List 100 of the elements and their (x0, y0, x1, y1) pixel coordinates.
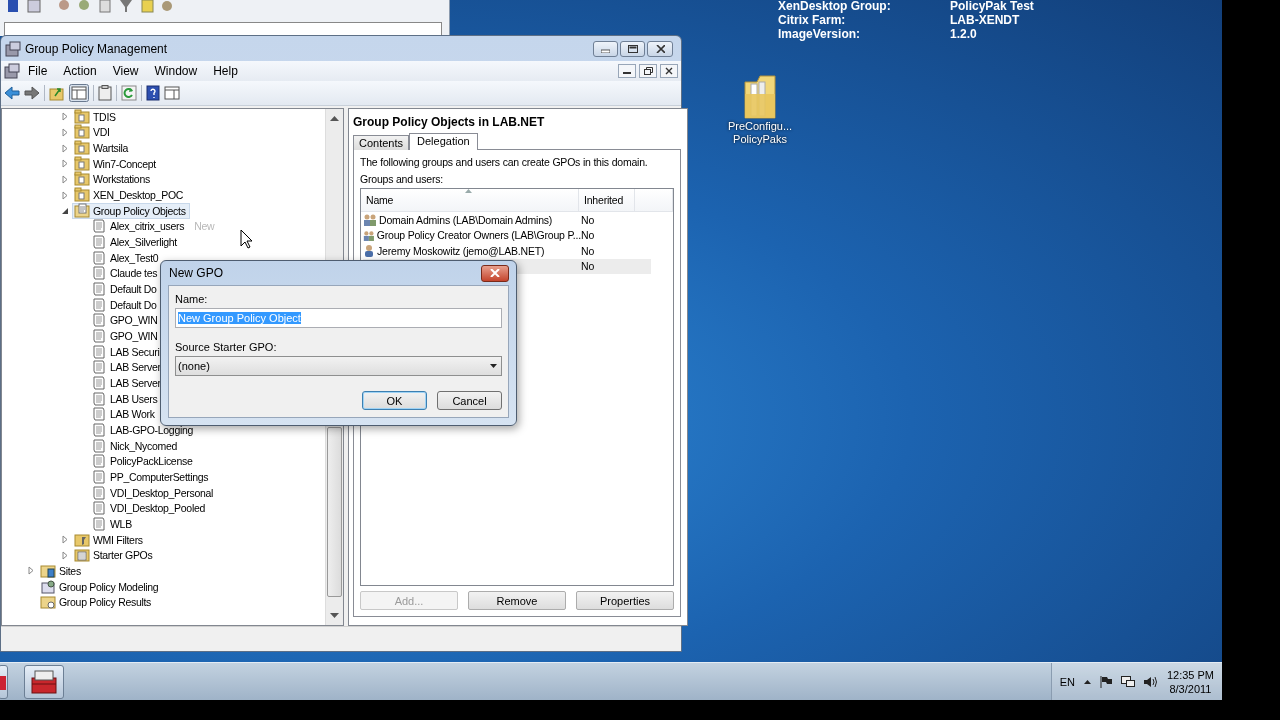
action-button[interactable]: Remove (468, 591, 566, 610)
folder-up-icon[interactable] (49, 85, 65, 101)
table-cell: Group Policy Creator Owners (LAB\Group P... (376, 229, 581, 242)
tree-item[interactable]: PolicyPackLicense (89, 453, 197, 470)
tree-item[interactable]: PP_ComputerSettings (89, 468, 213, 485)
help-icon[interactable] (146, 85, 160, 101)
toolbox-icon (30, 668, 58, 695)
list-row[interactable]: Jeremy Moskowitz (jemo@LAB.NET) No (363, 243, 651, 259)
tree-item[interactable]: VDI_Desktop_Pooled (89, 500, 209, 517)
document-icon (91, 390, 107, 407)
menu-item[interactable]: Action (55, 62, 105, 80)
dialog-button[interactable]: Cancel (437, 391, 502, 410)
tree-item[interactable]: Alex_citrix_users (89, 218, 189, 235)
refresh-icon[interactable] (121, 85, 137, 101)
language-indicator[interactable]: EN (1059, 675, 1075, 688)
tree-item[interactable]: XEN_Desktop_POC (72, 187, 188, 204)
clock[interactable]: 12:35 PM 8/3/2011 (1166, 667, 1214, 696)
tree-item[interactable]: Nick_Nycomed (89, 437, 181, 454)
tree-item[interactable]: LAB Server (89, 375, 165, 391)
tree-item[interactable]: LAB Users (89, 390, 162, 407)
scroll-up-icon[interactable] (330, 115, 339, 121)
tree-item[interactable]: Starter GPOs (72, 547, 157, 564)
tree-item[interactable]: GPO_WIN (89, 312, 162, 329)
document-icon (91, 343, 107, 360)
document-icon (91, 421, 107, 438)
chart-icon (40, 578, 56, 595)
tree-item[interactable]: LAB-GPO-Logging (89, 421, 198, 438)
close-button[interactable] (647, 40, 673, 57)
tree-item[interactable]: Win7-Concept (72, 155, 160, 172)
tree-item[interactable]: VDI_Desktop_Personal (89, 484, 218, 501)
tree-item[interactable]: Claude tes (89, 265, 162, 282)
folder-icon (74, 171, 90, 188)
close-button[interactable] (481, 264, 509, 282)
tray-expand-icon[interactable] (1083, 679, 1091, 684)
close-button[interactable] (660, 64, 678, 78)
column-header[interactable]: Name (361, 189, 579, 211)
folder-icon[interactable] (743, 74, 777, 120)
tree-item[interactable]: WLB (89, 515, 136, 532)
tree-item[interactable]: TDIS (72, 109, 120, 125)
tree-item[interactable]: VDI (72, 124, 114, 141)
menu-item[interactable]: Help (205, 62, 246, 80)
user-icon (363, 244, 375, 258)
forward-arrow-icon[interactable] (24, 86, 40, 100)
tree-item[interactable]: LAB Server (89, 359, 165, 376)
tree-item[interactable]: Default Do (89, 281, 161, 298)
list-row[interactable]: Group Policy Creator Owners (LAB\Group P...No (363, 227, 651, 243)
taskbar-button[interactable] (0, 664, 8, 699)
tree-item[interactable]: Sites (38, 562, 85, 579)
minimize-button[interactable] (618, 64, 636, 78)
tree-item[interactable]: LAB Work (89, 406, 159, 423)
tree-item[interactable]: WMI Filters (72, 531, 147, 548)
back-arrow-icon[interactable] (4, 86, 20, 100)
document-icon (91, 281, 107, 298)
tab[interactable]: Delegation (409, 133, 478, 150)
speaker-icon[interactable] (1143, 675, 1158, 688)
taskbar-button[interactable] (24, 664, 64, 699)
description-text: The following groups and users can create GPOs in this domain. (360, 156, 649, 168)
expander-icon[interactable] (61, 206, 69, 215)
table-cell: Jeremy Moskowitz (jemo@LAB.NET) (377, 244, 545, 257)
tree-item[interactable]: Wartsila (72, 140, 133, 157)
tree-item[interactable]: Group Policy Results (38, 594, 156, 611)
tree-item[interactable]: LAB Securi (89, 343, 164, 360)
document-icon (91, 437, 107, 454)
tree-item[interactable]: Alex_Silverlight (89, 234, 181, 251)
menu-item[interactable]: Window (146, 62, 206, 80)
tree-item[interactable]: Group Policy Objects (72, 202, 190, 219)
folder-icon (74, 124, 90, 141)
icon-label[interactable]: PreConfigu... PolicyPaks (722, 120, 798, 146)
dropdown[interactable]: (none) (175, 356, 502, 376)
tab[interactable]: Contents (353, 135, 410, 150)
tree-item[interactable]: Workstations (72, 171, 154, 188)
menu-item[interactable]: File (20, 62, 56, 80)
tree-item[interactable]: Group Policy Modeling (38, 578, 163, 595)
restore-button[interactable] (639, 64, 657, 78)
info-label: Citrix Farm: (778, 14, 847, 27)
console-tree-icon[interactable] (69, 84, 89, 102)
flag-icon[interactable] (1099, 675, 1112, 688)
document-icon (91, 328, 107, 344)
document-icon (91, 453, 107, 470)
tree-item[interactable]: Default Do (89, 296, 161, 313)
network-icon[interactable] (1120, 675, 1135, 688)
app-icon[interactable] (4, 63, 20, 79)
folder-icon (40, 594, 56, 611)
column-header[interactable]: Inherited (579, 189, 635, 211)
action-button[interactable]: Properties (576, 591, 674, 610)
document-icon (91, 375, 107, 391)
clipboard-icon[interactable] (98, 85, 112, 101)
panel-icon[interactable] (164, 85, 180, 101)
tree-item[interactable]: GPO_WIN (89, 328, 162, 344)
scroll-down-icon[interactable] (330, 613, 339, 619)
tree-item[interactable]: Alex_Test0 (89, 249, 163, 266)
pane-heading: Group Policy Objects in LAB.NET (353, 115, 546, 129)
maximize-button[interactable] (620, 40, 645, 57)
menu-item[interactable]: View (104, 62, 147, 80)
document-icon (91, 218, 107, 235)
list-row[interactable]: Domain Admins (LAB\Domain Admins) No (363, 212, 651, 228)
group-icon (363, 228, 375, 242)
dialog-button[interactable]: OK (362, 391, 427, 410)
document-icon (91, 468, 107, 485)
info-label: ImageVersion: (778, 28, 862, 41)
